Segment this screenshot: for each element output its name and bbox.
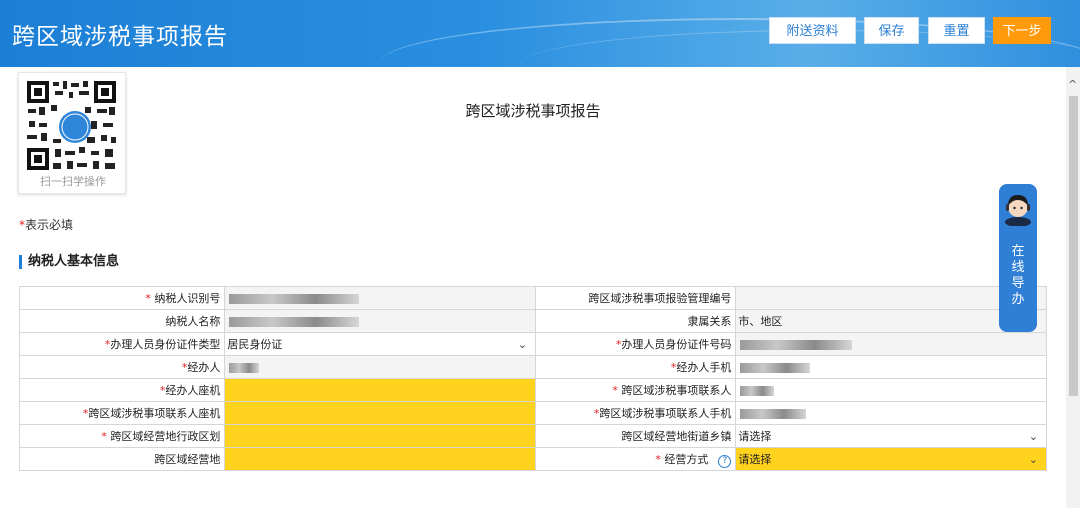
form-label: *跨区域涉税事项联系人座机 (18, 401, 226, 425)
save-button[interactable]: 保存 (864, 17, 919, 44)
required-star: * (101, 430, 107, 443)
id-type-label: 办理人员身份证件类型 (110, 338, 221, 351)
business-location-input[interactable] (224, 447, 536, 471)
redacted-value (740, 385, 775, 396)
contact-person-label: 跨区域涉税事项联系人 (621, 384, 732, 397)
chevron-down-icon[interactable]: ⌄ (1029, 430, 1038, 443)
form-row: * 纳税人识别号 跨区域涉税事项报验管理编号 (18, 286, 1047, 310)
form-label: 隶属关系 (534, 309, 737, 333)
required-star: * (145, 292, 151, 305)
form-label: *经办人 (18, 355, 226, 379)
form-label: *经办人手机 (534, 355, 737, 379)
reset-button[interactable]: 重置 (928, 17, 985, 44)
form-row: *经办人 *经办人手机 (18, 355, 1047, 379)
redacted-value (229, 316, 360, 327)
form-row: * 跨区域经营地行政区划 跨区域经营地街道乡镇 请选择 ⌄ (18, 424, 1047, 448)
redacted-value (740, 362, 811, 373)
street-town-select[interactable]: 请选择 ⌄ (735, 424, 1047, 448)
affiliation-value: 市、地区 (738, 315, 783, 328)
redacted-value (229, 362, 260, 373)
required-note-text: 表示必填 (25, 218, 74, 232)
redacted-value (229, 293, 360, 304)
qr-code-icon (25, 79, 118, 172)
chevron-down-icon[interactable]: ⌄ (518, 338, 527, 351)
redacted-value (740, 339, 853, 350)
id-number-field[interactable] (735, 332, 1047, 356)
attach-materials-button[interactable]: 附送资料 (769, 17, 856, 44)
affiliation-label: 隶属关系 (687, 315, 732, 328)
form-label: * 跨区域涉税事项联系人 (534, 378, 737, 402)
document-title: 跨区域涉税事项报告 (465, 102, 601, 120)
required-star: * (612, 384, 618, 397)
form-row: *跨区域涉税事项联系人座机 *跨区域涉税事项联系人手机 (18, 401, 1047, 425)
taxpayer-name-label: 纳税人名称 (165, 315, 221, 328)
contact-landline-label: 跨区域涉税事项联系人座机 (88, 407, 221, 420)
taxpayer-name-field[interactable] (224, 309, 536, 333)
app-title: 跨区域涉税事项报告 (12, 24, 228, 50)
online-guide-label: 在线导办 (1011, 244, 1025, 307)
form-label: *经办人座机 (18, 378, 226, 402)
admin-division-input[interactable] (224, 424, 536, 448)
form-label: 纳税人名称 (18, 309, 226, 333)
assistant-avatar-icon (1005, 195, 1031, 226)
form-label: * 纳税人识别号 (18, 286, 226, 310)
management-number-label: 跨区域涉税事项报验管理编号 (588, 292, 732, 305)
admin-division-label: 跨区域经营地行政区划 (110, 430, 221, 443)
app-header: 跨区域涉税事项报告 附送资料 保存 重置 下一步 (0, 0, 1080, 67)
scrollbar-thumb[interactable] (1069, 96, 1078, 396)
section-title: 纳税人基本信息 (19, 255, 119, 269)
form-label: * 经营方式? (534, 447, 737, 471)
taxpayer-info-form: * 纳税人识别号 跨区域涉税事项报验管理编号 纳税人名称 隶属关系 市、地区 *… (18, 286, 1047, 471)
contact-mobile-field[interactable] (735, 401, 1047, 425)
form-label: 跨区域经营地 (18, 447, 226, 471)
chevron-down-icon[interactable]: ⌄ (1029, 453, 1038, 466)
handler-mobile-field[interactable] (735, 355, 1047, 379)
handler-mobile-label: 经办人手机 (676, 361, 732, 374)
id-number-label: 办理人员身份证件号码 (621, 338, 732, 351)
form-label: *办理人员身份证件类型 (18, 332, 226, 356)
online-guide-widget[interactable]: 在线导办 (999, 184, 1037, 332)
contact-landline-input[interactable] (224, 401, 536, 425)
form-label: 跨区域涉税事项报验管理编号 (534, 286, 737, 310)
qr-caption: 扫一扫学操作 (40, 175, 106, 188)
form-row: 跨区域经营地 * 经营方式? 请选择 ⌄ (18, 447, 1047, 471)
form-label: 跨区域经营地街道乡镇 (534, 424, 737, 448)
scroll-up-icon[interactable]: ^ (1068, 78, 1077, 91)
street-town-label: 跨区域经营地街道乡镇 (621, 430, 732, 443)
help-icon[interactable]: ? (718, 454, 732, 468)
id-type-select[interactable]: 居民身份证 ⌄ (224, 332, 536, 356)
qr-code-card: 扫一扫学操作 (18, 72, 126, 194)
business-location-label: 跨区域经营地 (154, 453, 221, 466)
form-label: * 跨区域经营地行政区划 (18, 424, 226, 448)
street-town-value: 请选择 (738, 430, 772, 443)
taxpayer-id-label: 纳税人识别号 (154, 292, 221, 305)
taxpayer-id-field[interactable] (224, 286, 536, 310)
form-row: 纳税人名称 隶属关系 市、地区 (18, 309, 1047, 333)
form-row: *办理人员身份证件类型 居民身份证 ⌄ *办理人员身份证件号码 (18, 332, 1047, 356)
form-row: *经办人座机 * 跨区域涉税事项联系人 (18, 378, 1047, 402)
form-label: *办理人员身份证件号码 (534, 332, 737, 356)
contact-person-field[interactable] (735, 378, 1047, 402)
handler-landline-label: 经办人座机 (165, 384, 221, 397)
business-mode-label: 经营方式 (664, 452, 709, 466)
business-mode-value: 请选择 (738, 453, 772, 466)
business-mode-select[interactable]: 请选择 ⌄ (735, 447, 1047, 471)
redacted-value (740, 408, 807, 419)
form-label: *跨区域涉税事项联系人手机 (534, 401, 737, 425)
contact-mobile-label: 跨区域涉税事项联系人手机 (599, 407, 732, 420)
handler-label: 经办人 (187, 361, 221, 374)
required-star: * (655, 452, 661, 466)
required-note: *表示必填 (19, 216, 73, 233)
id-type-value: 居民身份证 (227, 338, 283, 351)
next-step-button[interactable]: 下一步 (993, 17, 1051, 44)
handler-landline-input[interactable] (224, 378, 536, 402)
handler-field[interactable] (224, 355, 536, 379)
